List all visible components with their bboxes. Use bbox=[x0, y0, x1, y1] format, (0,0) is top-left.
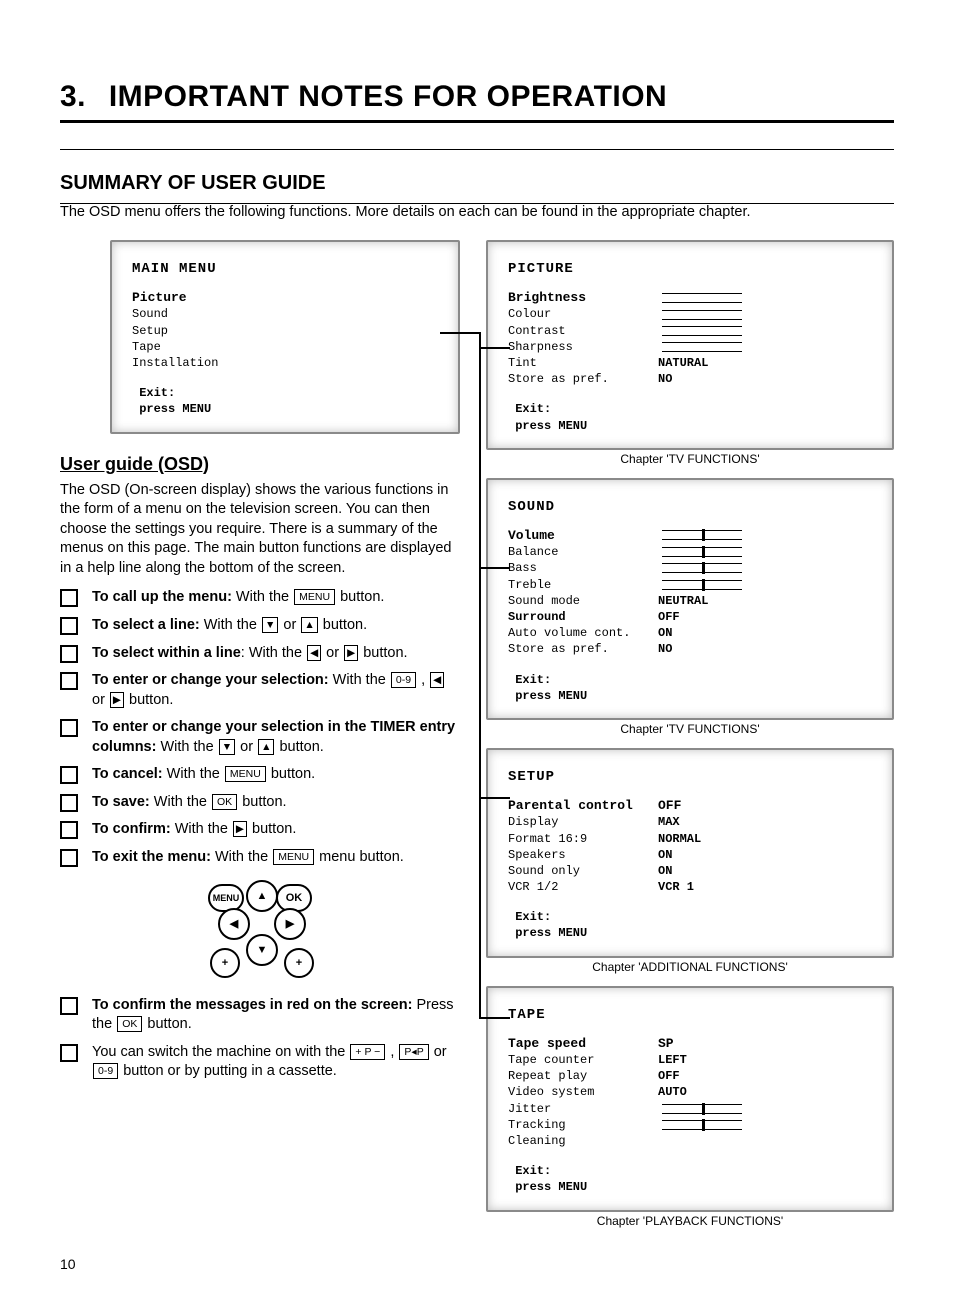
osd-main-menu: MAIN MENU Picture Sound Setup Tape Insta… bbox=[110, 240, 460, 434]
pp-key: P◂P bbox=[399, 1044, 428, 1060]
slider-icon bbox=[662, 326, 742, 336]
down-key: ▼ bbox=[219, 739, 235, 755]
menu-key: MENU bbox=[225, 766, 266, 782]
down-key: ▼ bbox=[262, 617, 278, 633]
list-item: To enter or change your selection in the… bbox=[60, 718, 460, 757]
right-key: ▶ bbox=[344, 645, 358, 661]
slider-icon bbox=[662, 547, 742, 557]
checkbox-icon bbox=[60, 719, 78, 737]
right-key: ▶ bbox=[110, 692, 124, 708]
paragraph: The OSD (On-screen display) shows the va… bbox=[60, 481, 460, 579]
prog-key: + P − bbox=[350, 1044, 385, 1060]
list-item: To confirm the messages in red on the sc… bbox=[60, 996, 460, 1035]
chapter-number: 3. bbox=[60, 80, 100, 114]
osd-highlight: Volume bbox=[508, 527, 658, 545]
ok-key: OK bbox=[117, 1016, 142, 1032]
divider bbox=[60, 149, 894, 150]
slider-icon bbox=[662, 580, 742, 590]
remote-illustration: MENU OK ▲ ▼ ◀ ▶ + + bbox=[200, 876, 320, 986]
osd-title: MAIN MENU bbox=[132, 260, 438, 279]
list-item: To select a line: With the ▼ or ▲ button… bbox=[60, 616, 460, 636]
checkbox-icon bbox=[60, 645, 78, 663]
digits-key: 0-9 bbox=[93, 1063, 118, 1079]
list-item: To confirm: With the ▶ button. bbox=[60, 820, 460, 840]
remote-menu-button: MENU bbox=[208, 884, 244, 912]
osd-exit: Exit: press MENU bbox=[508, 909, 872, 941]
slider-icon bbox=[662, 1120, 742, 1130]
up-key: ▲ bbox=[301, 617, 317, 633]
list-item: To call up the menu: With the MENU butto… bbox=[60, 588, 460, 608]
osd-picture: PICTURE Brightness Colour Contrast Sharp… bbox=[486, 240, 894, 450]
checkbox-icon bbox=[60, 849, 78, 867]
osd-highlight: Parental control bbox=[508, 797, 658, 815]
osd-sound: SOUND Volume Balance Bass Treble Sound m… bbox=[486, 478, 894, 720]
plus-icon: + bbox=[284, 948, 314, 978]
osd-title: PICTURE bbox=[508, 260, 872, 279]
intro-text: The OSD menu offers the following functi… bbox=[60, 204, 894, 220]
osd-highlight: Tape speed bbox=[508, 1035, 658, 1053]
checkbox-icon bbox=[60, 766, 78, 784]
slider-icon bbox=[662, 530, 742, 540]
slider-icon bbox=[662, 342, 742, 352]
remote-ok-button: OK bbox=[276, 884, 312, 912]
up-key: ▲ bbox=[258, 739, 274, 755]
plus-icon: + bbox=[210, 948, 240, 978]
osd-title: SETUP bbox=[508, 768, 872, 787]
chapter-name: IMPORTANT NOTES FOR OPERATION bbox=[109, 80, 667, 113]
caption: Chapter 'PLAYBACK FUNCTIONS' bbox=[486, 1214, 894, 1228]
list-item: To select within a line: With the ◀ or ▶… bbox=[60, 644, 460, 664]
osd-tape: TAPE Tape speedSP Tape counterLEFT Repea… bbox=[486, 986, 894, 1212]
right-key: ▶ bbox=[233, 821, 247, 837]
osd-item: Installation bbox=[132, 355, 438, 371]
osd-item: Setup bbox=[132, 323, 438, 339]
osd-exit: Exit: press MENU bbox=[508, 401, 872, 433]
osd-exit: Exit: press MENU bbox=[132, 385, 438, 417]
slider-icon bbox=[662, 563, 742, 573]
section-title: SUMMARY OF USER GUIDE bbox=[60, 172, 894, 195]
chapter-title: 3. IMPORTANT NOTES FOR OPERATION bbox=[60, 80, 894, 114]
checkbox-icon bbox=[60, 589, 78, 607]
osd-exit: Exit: press MENU bbox=[508, 1163, 872, 1195]
checkbox-icon bbox=[60, 821, 78, 839]
osd-title: TAPE bbox=[508, 1006, 872, 1025]
checkbox-icon bbox=[60, 794, 78, 812]
checkbox-icon bbox=[60, 1044, 78, 1062]
osd-item: Sound bbox=[132, 306, 438, 322]
right-icon: ▶ bbox=[274, 908, 306, 940]
page-number: 10 bbox=[60, 1256, 76, 1272]
caption: Chapter 'TV FUNCTIONS' bbox=[486, 452, 894, 466]
checkbox-icon bbox=[60, 617, 78, 635]
list-item: To enter or change your selection: With … bbox=[60, 671, 460, 710]
digits-key: 0-9 bbox=[391, 672, 416, 688]
checkbox-icon bbox=[60, 997, 78, 1015]
osd-highlight: Picture bbox=[132, 289, 438, 307]
menu-key: MENU bbox=[294, 589, 335, 605]
caption: Chapter 'TV FUNCTIONS' bbox=[486, 722, 894, 736]
up-icon: ▲ bbox=[246, 880, 278, 912]
list-item: To exit the menu: With the MENU menu but… bbox=[60, 848, 460, 868]
slider-icon bbox=[662, 293, 742, 303]
left-icon: ◀ bbox=[218, 908, 250, 940]
osd-setup: SETUP Parental controlOFF DisplayMAX For… bbox=[486, 748, 894, 958]
list-item: To cancel: With the MENU button. bbox=[60, 765, 460, 785]
subsection-title: User guide (OSD) bbox=[60, 454, 460, 475]
menu-key: MENU bbox=[273, 849, 314, 865]
ok-key: OK bbox=[212, 794, 237, 810]
checkbox-icon bbox=[60, 672, 78, 690]
slider-icon bbox=[662, 310, 742, 320]
down-icon: ▼ bbox=[246, 934, 278, 966]
left-key: ◀ bbox=[307, 645, 321, 661]
list-item: To save: With the OK button. bbox=[60, 793, 460, 813]
list-item: You can switch the machine on with the +… bbox=[60, 1043, 460, 1082]
osd-item: Tape bbox=[132, 339, 438, 355]
osd-exit: Exit: press MENU bbox=[508, 672, 872, 704]
osd-highlight: Brightness bbox=[508, 289, 658, 307]
osd-title: SOUND bbox=[508, 498, 872, 517]
slider-icon bbox=[662, 1104, 742, 1114]
left-key: ◀ bbox=[430, 672, 444, 688]
caption: Chapter 'ADDITIONAL FUNCTIONS' bbox=[486, 960, 894, 974]
